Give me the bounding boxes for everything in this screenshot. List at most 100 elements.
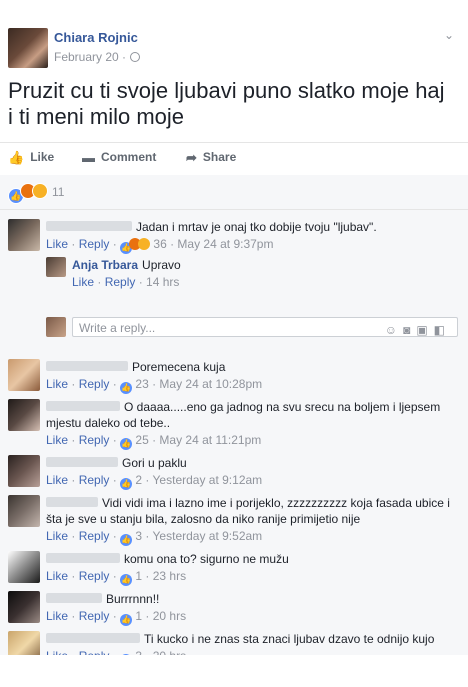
like-reaction-icon: 👍: [120, 478, 133, 490]
author-name[interactable]: Chiara Rojnic: [54, 30, 138, 45]
comment-time[interactable]: May 24 at 10:28pm: [159, 377, 262, 391]
like-reaction-icon: 👍: [120, 534, 133, 546]
comment-reply-link[interactable]: Reply: [79, 237, 110, 251]
like-button[interactable]: 👍 Like: [8, 150, 54, 166]
comment-time[interactable]: May 24 at 9:37pm: [177, 237, 273, 251]
sticker-icon[interactable]: ◧: [434, 323, 451, 337]
commenter-name[interactable]: [46, 633, 140, 643]
comment-icon: ▬: [82, 150, 95, 165]
commenter-name[interactable]: [46, 221, 132, 231]
thumbs-up-icon: 👍: [8, 150, 25, 165]
share-icon: ➦: [186, 150, 197, 165]
sad-reaction-icon: [32, 183, 48, 199]
comment-actions: Like · Reply · 👍 25 · May 24 at 11:21pm: [46, 433, 262, 450]
commenter-avatar[interactable]: [8, 219, 40, 251]
comment-text: Jadan i mrtav je onaj tko dobije tvoju "…: [136, 220, 377, 234]
comment-actions: Like · Reply · 👍 3 · Yesterday at 9:52am: [46, 529, 263, 546]
comment-text: Poremecena kuja: [132, 360, 226, 374]
bottom-cutoff: [0, 655, 468, 687]
comment-label: Comment: [101, 150, 157, 164]
commenter-avatar[interactable]: [8, 551, 40, 583]
comment-text: Gori u paklu: [122, 456, 187, 470]
comment-actions: Like · Reply · 👍 1 · 20 hrs: [46, 609, 187, 626]
camera-icon[interactable]: ◙: [403, 323, 416, 337]
comment-reaction-count[interactable]: 25: [135, 433, 148, 447]
share-button[interactable]: ➦ Share: [186, 150, 236, 166]
comment-reply-link[interactable]: Reply: [79, 529, 110, 543]
comment-body: komu ona to? sigurno ne mužu: [46, 551, 458, 567]
commenter-avatar[interactable]: [8, 495, 40, 527]
commenter-name[interactable]: [46, 593, 102, 603]
comments-section: 👍 11 Jadan i mrtav je onaj tko dobije tvo…: [0, 175, 468, 666]
comment-reply-link[interactable]: Reply: [79, 433, 110, 447]
comment-reaction-count[interactable]: 1: [135, 569, 142, 583]
reply-composer: Write a reply... ☺◙▣◧: [46, 317, 458, 339]
comment-body: Poremecena kuja: [46, 359, 458, 375]
comment-like-link[interactable]: Like: [46, 433, 68, 447]
comment-like-link[interactable]: Like: [46, 569, 68, 583]
comment-like-link[interactable]: Like: [46, 609, 68, 623]
commenter-name[interactable]: [46, 553, 120, 563]
comment-body: Anja Trbara Upravo: [72, 257, 468, 273]
comment-like-link[interactable]: Like: [46, 237, 68, 251]
reactions-summary[interactable]: 👍 11: [8, 183, 65, 204]
commenter-avatar[interactable]: [8, 359, 40, 391]
reply-placeholder: Write a reply...: [79, 321, 156, 335]
chevron-down-icon[interactable]: ⌄: [444, 28, 454, 42]
like-reaction-icon: 👍: [120, 574, 133, 586]
comment-text: Vidi vidi ima i lazno ime i porijeklo, z…: [102, 496, 450, 510]
emoji-icon[interactable]: ☺: [385, 323, 403, 337]
comment-actions: Like · Reply · 👍 1 · 23 hrs: [46, 569, 187, 586]
post-meta: February 20 ·: [54, 50, 141, 64]
reply-input[interactable]: Write a reply... ☺◙▣◧: [72, 317, 458, 337]
comment-body: Vidi vidi ima i lazno ime i porijeklo, z…: [46, 495, 458, 527]
comment-actions: Like · Reply · 👍 23 · May 24 at 10:28pm: [46, 377, 263, 394]
comment-time[interactable]: Yesterday at 9:52am: [153, 529, 263, 543]
user-avatar: [46, 317, 66, 337]
author-avatar[interactable]: [8, 28, 48, 68]
gif-icon[interactable]: ▣: [416, 323, 433, 337]
comment-text: Burrrnnn!!: [106, 592, 160, 606]
post-actions-bar: 👍 Like ▬ Comment ➦ Share: [0, 142, 468, 176]
comment-actions: Like · Reply · 14 hrs: [72, 275, 180, 289]
post-text-line: i ti meni milo moje: [8, 104, 185, 129]
comment-time[interactable]: Yesterday at 9:12am: [153, 473, 263, 487]
comment-like-link[interactable]: Like: [46, 377, 68, 391]
comment-text: komu ona to? sigurno ne mužu: [124, 552, 289, 566]
commenter-avatar[interactable]: [8, 591, 40, 623]
comment-reaction-count[interactable]: 36: [153, 237, 166, 251]
comment-reply-link[interactable]: Reply: [79, 609, 110, 623]
comment-time[interactable]: 14 hrs: [146, 275, 179, 289]
facebook-post: Chiara Rojnic February 20 · ⌄ Pruzit cu …: [0, 18, 468, 687]
comment-reaction-count[interactable]: 3: [135, 529, 142, 543]
comment-button[interactable]: ▬ Comment: [82, 150, 156, 165]
comment-reply-link[interactable]: Reply: [79, 473, 110, 487]
commenter-avatar[interactable]: [8, 455, 40, 487]
commenter-name[interactable]: [46, 457, 118, 467]
commenter-name[interactable]: [46, 361, 128, 371]
comment-reply-link[interactable]: Reply: [79, 377, 110, 391]
comment-reply-link[interactable]: Reply: [79, 569, 110, 583]
comment-like-link[interactable]: Like: [46, 529, 68, 543]
comment-like-link[interactable]: Like: [46, 473, 68, 487]
comment-reply-link[interactable]: Reply: [105, 275, 136, 289]
commenter-name[interactable]: Anja Trbara: [72, 258, 138, 272]
commenter-name[interactable]: [46, 497, 98, 507]
comment-body: Ti kucko i ne znas sta znaci ljubav dzav…: [46, 631, 458, 647]
commenter-name[interactable]: [46, 401, 120, 411]
comment-body: Jadan i mrtav je onaj tko dobije tvoju "…: [46, 219, 458, 235]
reactions-count: 11: [52, 185, 65, 199]
post-date[interactable]: February 20 ·: [54, 50, 126, 64]
commenter-avatar[interactable]: [8, 399, 40, 431]
comment-time[interactable]: May 24 at 11:21pm: [159, 433, 261, 447]
comment-reaction-count[interactable]: 23: [135, 377, 148, 391]
post-header: Chiara Rojnic February 20 · ⌄: [8, 28, 458, 72]
comment-actions: Like · Reply · 👍 2 · Yesterday at 9:12am: [46, 473, 263, 490]
commenter-avatar[interactable]: [46, 257, 66, 277]
comment-like-link[interactable]: Like: [72, 275, 94, 289]
comment-time[interactable]: 23 hrs: [153, 569, 186, 583]
comment-reaction-count[interactable]: 2: [135, 473, 142, 487]
comment-text: O daaaa.....eno ga jadnog na svu srecu n…: [124, 400, 441, 414]
comment-time[interactable]: 20 hrs: [153, 609, 186, 623]
comment-reaction-count[interactable]: 1: [135, 609, 142, 623]
